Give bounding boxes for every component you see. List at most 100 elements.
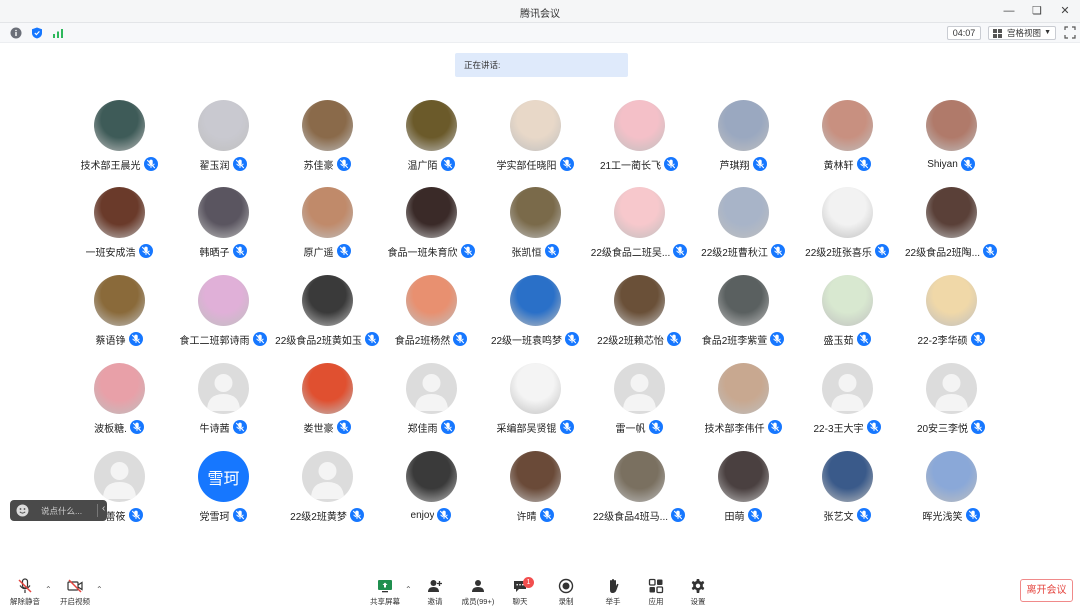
participant-tile[interactable]: 田萌: [689, 451, 797, 533]
record-button[interactable]: 录制: [554, 578, 578, 606]
participant-tile[interactable]: 22-2李华硕: [897, 275, 1005, 357]
settings-button[interactable]: 设置: [686, 578, 710, 606]
participant-tile[interactable]: 22级2班曹秋江: [689, 187, 797, 269]
mic-muted-icon: [129, 420, 144, 434]
maximize-icon[interactable]: ❏: [1030, 3, 1044, 19]
share-options-chevron-icon[interactable]: ⌃: [405, 585, 412, 594]
mic-muted-icon: [440, 420, 455, 434]
video-options-chevron-icon[interactable]: ⌃: [96, 585, 103, 594]
grid-icon: [993, 29, 1002, 38]
participant-tile[interactable]: 食工二班郭诗雨: [169, 275, 277, 357]
participant-tile[interactable]: 黄林轩: [793, 100, 901, 182]
collapse-chevron-icon[interactable]: ‹: [102, 503, 105, 514]
participant-tile[interactable]: 张艺文: [793, 451, 901, 533]
chat-quick-input[interactable]: 说点什么... ‹: [10, 500, 107, 521]
participant-tile[interactable]: 晖光浅笑: [897, 451, 1005, 533]
participant-tile[interactable]: 22级食品2班黄如玉: [273, 275, 381, 357]
participant-tile[interactable]: 技术部李伟仟: [689, 363, 797, 445]
chevron-down-icon: ▼: [1044, 29, 1051, 36]
leave-meeting-button[interactable]: 离开会议: [1020, 579, 1073, 602]
participant-tile[interactable]: 娄世豪: [273, 363, 381, 445]
mic-muted-icon: [971, 420, 986, 434]
unmute-button[interactable]: 解除静音: [8, 578, 42, 606]
participant-tile[interactable]: 原广遥: [273, 187, 381, 269]
participant-tile[interactable]: 22级食品二班吴...: [585, 187, 693, 269]
participant-tile[interactable]: 雷一帆: [585, 363, 693, 445]
participant-tile[interactable]: 韩晒子: [169, 187, 277, 269]
emoji-icon[interactable]: [16, 504, 29, 517]
participant-name: 党雪珂: [199, 511, 230, 523]
participant-tile[interactable]: 芦琪翔: [689, 100, 797, 182]
participant-tile[interactable]: 张凯恒: [481, 187, 589, 269]
mic-muted-icon: [453, 332, 468, 346]
participant-tile[interactable]: enjoy: [377, 451, 485, 533]
participant-name: 22级一班袁鸣梦: [490, 335, 563, 347]
participant-tile[interactable]: 技术部王晨光: [65, 100, 173, 182]
participant-tile[interactable]: 食品一班朱育欣: [377, 187, 485, 269]
participant-tile[interactable]: 许晴: [481, 451, 589, 533]
participant-name: 温广陌: [407, 160, 438, 172]
start-video-button[interactable]: 开启视频: [58, 578, 92, 606]
participant-tile[interactable]: 翟玉润: [169, 100, 277, 182]
signal-strength-icon[interactable]: [52, 27, 64, 39]
participant-tile[interactable]: 波板糖.: [65, 363, 173, 445]
participant-tile[interactable]: 采编部吴贤锟: [481, 363, 589, 445]
raise-hand-button[interactable]: 举手: [601, 578, 625, 606]
fullscreen-icon[interactable]: [1064, 26, 1076, 39]
participant-tile[interactable]: 郑佳雨: [377, 363, 485, 445]
participant-tile[interactable]: 苏佳豪: [273, 100, 381, 182]
participant-tile[interactable]: 盛玉茹: [793, 275, 901, 357]
participant-tile[interactable]: 22级2班赖芯怡: [585, 275, 693, 357]
invite-button[interactable]: 邀请: [420, 578, 450, 606]
apps-button[interactable]: 应用: [644, 578, 668, 606]
participant-name: 食品2班李紫萱: [701, 335, 768, 347]
record-icon: [558, 578, 574, 594]
mic-muted-icon: [856, 157, 871, 171]
mic-muted-icon: [232, 157, 247, 171]
participant-tile[interactable]: 22-3王大宇: [793, 363, 901, 445]
minimize-icon[interactable]: —: [1002, 3, 1016, 19]
mic-muted-icon: [559, 420, 574, 434]
participant-name: 22级食品4班马...: [592, 511, 669, 523]
divider: [97, 504, 98, 517]
participant-tile[interactable]: 雪珂 党雪珂: [169, 451, 277, 533]
participant-tile[interactable]: 温广陌: [377, 100, 485, 182]
participant-tile[interactable]: 22级2班黄梦: [273, 451, 381, 533]
grid-view-button[interactable]: 宫格视图 ▼: [988, 26, 1056, 40]
avatar: [718, 451, 769, 502]
participant-name: 波板糖.: [94, 423, 127, 435]
participant-tile[interactable]: 食品2班杨然: [377, 275, 485, 357]
mic-muted-icon: [232, 508, 247, 522]
info-icon[interactable]: [10, 27, 22, 39]
meeting-timer: 04:07: [947, 26, 981, 40]
participant-tile[interactable]: 蔡语铮: [65, 275, 173, 357]
participant-tile[interactable]: 学实部任晓阳: [481, 100, 589, 182]
participant-name: 盛玉茹: [823, 335, 854, 347]
window-controls: — ❏ ✕: [1002, 3, 1072, 19]
participant-tile[interactable]: 22级食品4班马...: [585, 451, 693, 533]
chat-button[interactable]: 聊天 1: [508, 577, 534, 606]
share-screen-button[interactable]: 共享屏幕: [368, 578, 402, 606]
participant-tile[interactable]: 牛诗茜: [169, 363, 277, 445]
avatar: [510, 275, 561, 326]
participant-tile[interactable]: 22级食品2班陶...: [897, 187, 1005, 269]
mic-muted-icon: [232, 420, 247, 434]
participant-name: 22级2班曹秋江: [701, 247, 768, 259]
participant-tile[interactable]: 食品2班李紫萱: [689, 275, 797, 357]
participant-tile[interactable]: 20安三李悦: [897, 363, 1005, 445]
participant-tile[interactable]: 一班安成浩: [65, 187, 173, 269]
participant-tile[interactable]: Shiyan: [897, 100, 1005, 182]
participant-tile[interactable]: 22级2班张喜乐: [793, 187, 901, 269]
security-shield-icon[interactable]: [31, 27, 43, 39]
participant-name: enjoy: [410, 509, 435, 521]
audio-options-chevron-icon[interactable]: ⌃: [45, 585, 52, 594]
members-button[interactable]: 成员(99+): [458, 578, 498, 606]
participant-name: 21工一蔺长飞: [599, 160, 662, 172]
share-screen-icon: [378, 580, 392, 593]
participant-tile[interactable]: 22级一班袁鸣梦: [481, 275, 589, 357]
mic-muted-icon: [767, 420, 782, 434]
close-icon[interactable]: ✕: [1058, 3, 1072, 19]
avatar: [302, 275, 353, 326]
avatar: [926, 187, 977, 238]
participant-tile[interactable]: 21工一蔺长飞: [585, 100, 693, 182]
